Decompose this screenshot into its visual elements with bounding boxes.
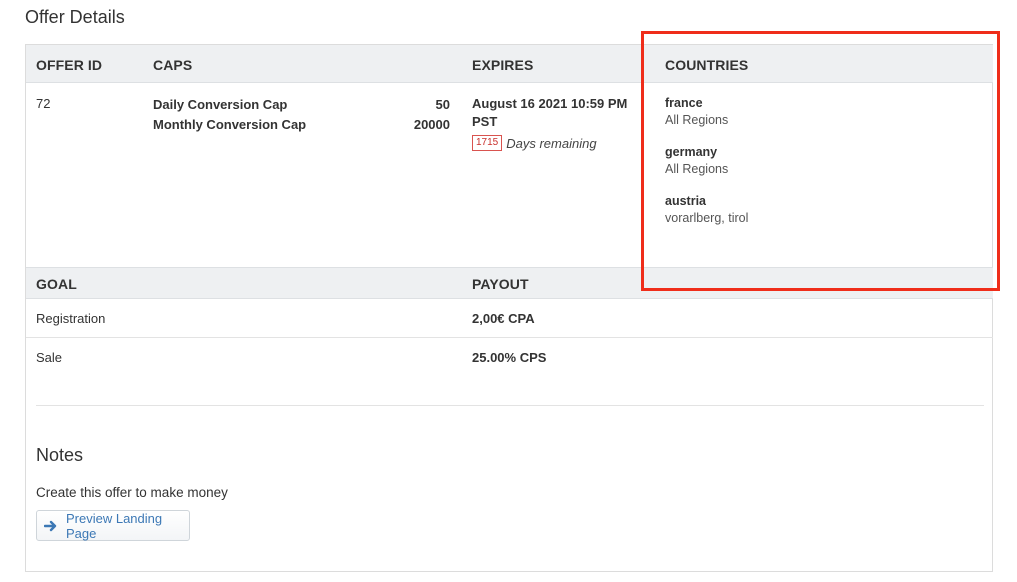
goal-payout: 2,00€ CPA — [472, 311, 535, 326]
row-divider — [26, 337, 993, 338]
header-caps: CAPS — [153, 57, 193, 73]
notes-title: Notes — [36, 445, 84, 465]
section-divider — [36, 405, 984, 406]
expires-date: August 16 2021 10:59 PM — [472, 96, 628, 111]
header-offer-id: OFFER ID — [36, 57, 103, 73]
expires-timezone: PST — [472, 114, 498, 129]
page-title: Offer Details — [25, 7, 125, 27]
header-expires: EXPIRES — [472, 57, 534, 73]
goal-payout: 25.00% CPS — [472, 350, 547, 365]
notes-text: Create this offer to make money — [36, 485, 228, 500]
countries-highlight-box — [641, 31, 1000, 291]
preview-button-label: Preview Landing Page — [66, 510, 163, 541]
goal-name: Sale — [36, 350, 63, 365]
cap-label-daily: Daily Conversion Cap — [153, 97, 288, 112]
cap-label-monthly: Monthly Conversion Cap — [153, 117, 307, 132]
cap-value-monthly: 20000 — [413, 117, 450, 132]
days-remaining-badge: 1715 — [472, 135, 503, 151]
days-remaining-label: Days remaining — [506, 135, 597, 151]
header-goal: GOAL — [36, 276, 77, 292]
days-remaining: 1715 Days remaining — [472, 135, 597, 151]
header-payout: PAYOUT — [472, 276, 529, 292]
goal-name: Registration — [36, 311, 106, 326]
preview-landing-page-button[interactable]: Preview Landing Page — [36, 510, 190, 541]
cap-value-daily: 50 — [435, 97, 450, 112]
arrow-right-icon — [43, 519, 58, 533]
offer-id-value: 72 — [36, 96, 51, 111]
